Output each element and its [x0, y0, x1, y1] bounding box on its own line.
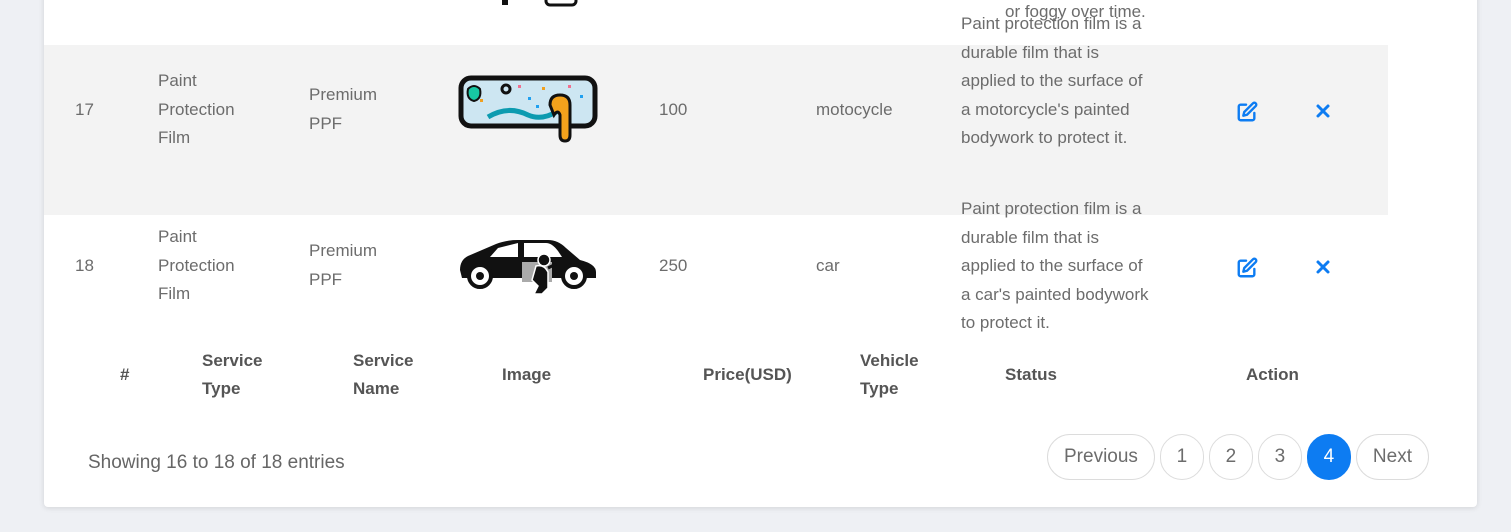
status-text: Paint protection film is a durable film …: [961, 199, 1149, 332]
price: 250: [659, 256, 688, 275]
edit-button[interactable]: [1236, 257, 1258, 289]
edit-icon[interactable]: [1236, 257, 1258, 289]
pagination: Previous 1 2 3 4 Next: [1047, 434, 1429, 480]
row-number: 17: [75, 100, 94, 119]
table-row: 18 Paint Protection Film Premium PPF 250…: [44, 199, 1388, 340]
close-icon[interactable]: [1314, 101, 1332, 130]
service-name: Premium PPF: [309, 85, 378, 133]
col-header-price[interactable]: Price(USD): [703, 361, 792, 389]
page-2-button[interactable]: 2: [1208, 434, 1253, 480]
edit-icon[interactable]: [1236, 101, 1258, 133]
service-name: Premium PPF: [309, 241, 378, 289]
service-type: Paint Protection Film: [158, 227, 235, 303]
previous-button[interactable]: Previous: [1047, 434, 1155, 480]
vehicle-type: motocycle: [816, 100, 893, 119]
delete-button[interactable]: [1314, 101, 1332, 130]
col-header-action[interactable]: Action: [1246, 361, 1299, 389]
col-header-number[interactable]: #: [120, 361, 129, 389]
col-header-status[interactable]: Status: [1005, 361, 1057, 389]
delete-button[interactable]: [1314, 257, 1332, 286]
vehicle-type: car: [816, 256, 840, 275]
service-type: Paint Protection Film: [158, 71, 235, 147]
col-header-service-name[interactable]: Service Name: [353, 347, 443, 403]
film-peel-icon: [458, 75, 598, 155]
entries-info: Showing 16 to 18 of 18 entries: [88, 452, 345, 473]
row-number: 18: [75, 256, 94, 275]
page-1-button[interactable]: 1: [1159, 434, 1204, 480]
col-header-vehicle-type[interactable]: Vehicle Type: [860, 347, 950, 403]
close-icon[interactable]: [1314, 257, 1332, 286]
status-text: Paint protection film is a durable film …: [961, 14, 1143, 147]
table-footer-header: # Service Type Service Name Image Price(…: [44, 345, 1388, 405]
col-header-image[interactable]: Image: [502, 361, 551, 389]
page-3-button[interactable]: 3: [1257, 434, 1302, 480]
col-header-service-type[interactable]: Service Type: [202, 347, 292, 403]
next-button[interactable]: Next: [1355, 434, 1429, 480]
car-ppf-icon: [458, 232, 598, 312]
partial-row-image: [502, 0, 582, 26]
price: 100: [659, 100, 688, 119]
page-4-button[interactable]: 4: [1306, 434, 1351, 480]
table-row: 17 Paint Protection Film Premium PPF 100…: [44, 14, 1388, 215]
edit-button[interactable]: [1236, 101, 1258, 133]
